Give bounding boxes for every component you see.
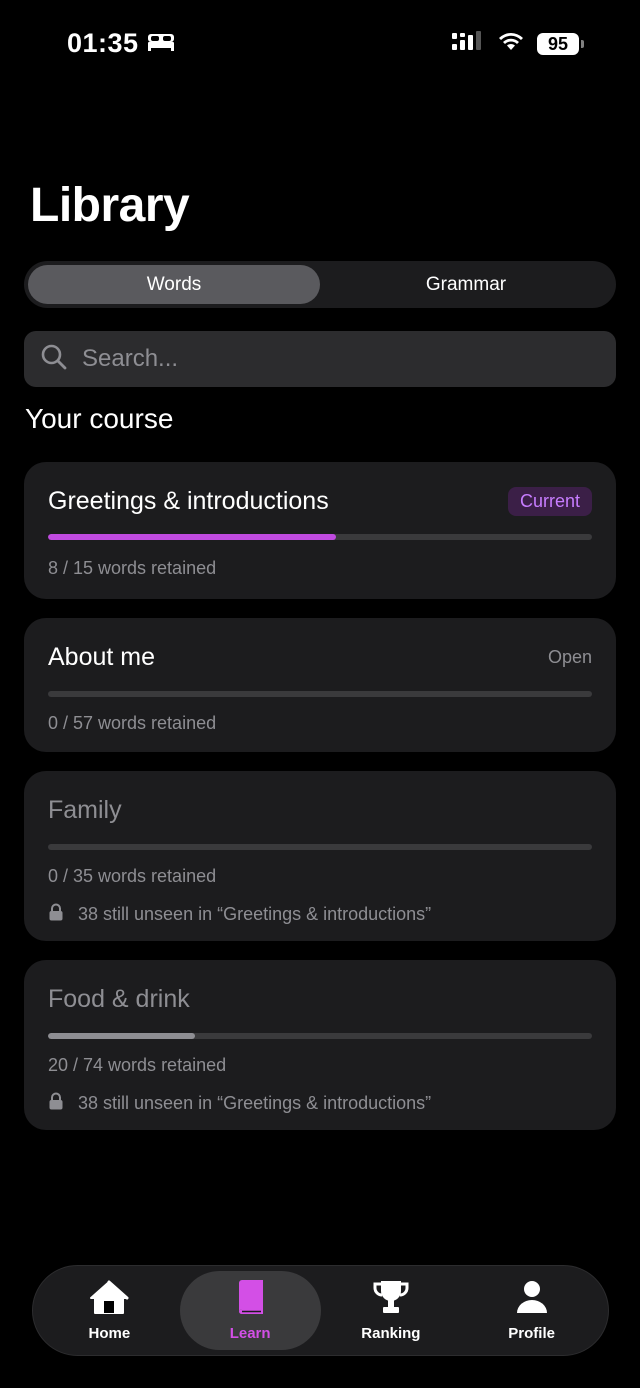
wifi-icon [497,30,525,57]
tab-ranking[interactable]: Ranking [321,1271,462,1350]
tab-label: Ranking [361,1325,421,1342]
status-bar: 01:35 95 [0,0,640,90]
current-badge: Current [507,487,592,516]
tab-label: Profile [508,1325,555,1342]
course-title: Greetings & introductions [48,487,329,515]
tab-learn[interactable]: Learn [179,1271,321,1350]
progress-fill [48,1033,195,1039]
progress-bar [48,844,592,850]
lock-text: 38 still unseen in “Greetings & introduc… [78,904,432,924]
retained-count: 0 / 57 words retained [48,713,217,733]
search-bar[interactable] [24,331,616,387]
page-title: Library [30,179,190,232]
progress-bar [48,1033,592,1039]
battery-indicator: 95 [537,32,584,55]
section-title: Your course [25,403,174,434]
book-icon [235,1279,265,1319]
status-time: 01:35 [67,28,175,59]
bed-icon [147,28,175,59]
progress-bar [48,691,592,697]
progress-bar [48,534,592,540]
lock-text: 38 still unseen in “Greetings & introduc… [78,1093,432,1113]
segment-words[interactable]: Words [28,265,320,304]
lock-note: 38 still unseen in “Greetings & introduc… [48,903,592,926]
course-card-family[interactable]: Family 0 / 35 words retained 38 still un… [24,771,616,941]
retained-count: 0 / 35 words retained [48,866,217,886]
retained-count: 8 / 15 words retained [48,558,217,578]
course-title: Food & drink [48,985,190,1013]
battery-tip [581,39,584,48]
status-indicators: 95 [451,30,584,57]
battery-level: 95 [537,32,579,55]
lock-icon [48,1092,64,1115]
course-card-about-me[interactable]: About me Open 0 / 57 words retained [24,618,616,752]
tab-home[interactable]: Home [39,1271,180,1350]
course-title: About me [48,643,156,671]
search-icon [40,343,68,376]
progress-fill [48,534,337,540]
retained-count: 20 / 74 words retained [48,1055,227,1075]
lock-note: 38 still unseen in “Greetings & introduc… [48,1092,592,1115]
tab-bar: Home Learn Ranking Profile [32,1265,609,1356]
segmented-control: Words Grammar [24,261,616,308]
tab-label: Home [88,1325,131,1342]
open-tag: Open [547,647,592,667]
course-title: Family [48,796,122,824]
course-card-greetings[interactable]: Greetings & introductions Current 8 / 15… [24,462,616,599]
lock-icon [48,903,64,926]
person-icon [515,1279,549,1319]
tab-label: Learn [229,1325,271,1342]
trophy-icon [372,1279,410,1319]
tab-profile[interactable]: Profile [461,1271,602,1350]
cellular-signal-icon [451,30,485,57]
segment-grammar[interactable]: Grammar [320,265,612,304]
course-card-food-drink[interactable]: Food & drink 20 / 74 words retained 38 s… [24,960,616,1130]
home-icon [88,1279,130,1319]
search-input[interactable] [82,345,600,373]
clock-text: 01:35 [67,28,139,58]
